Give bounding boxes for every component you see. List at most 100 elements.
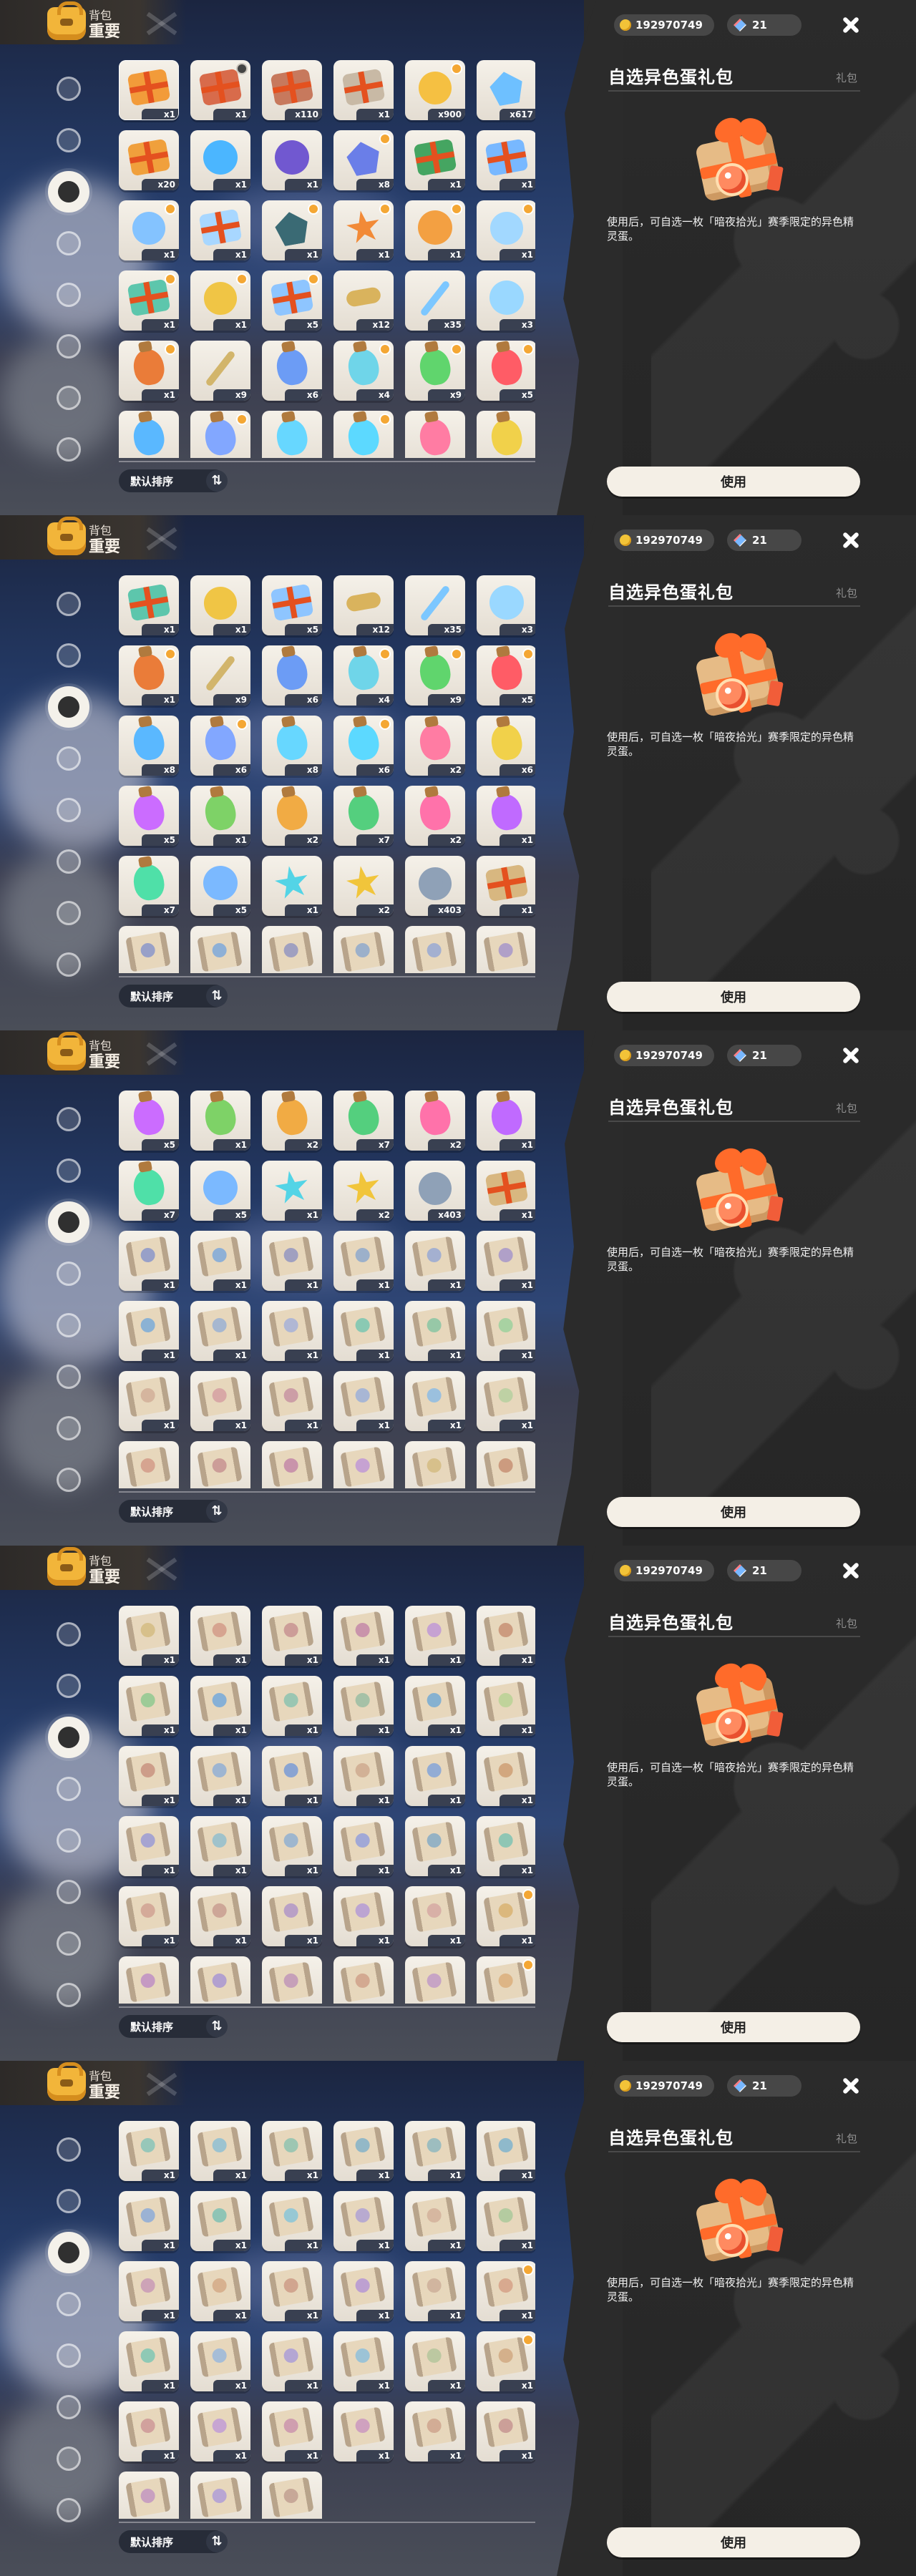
sidebar-tab[interactable] [43, 1660, 94, 1712]
item-slot[interactable]: x1 [190, 200, 250, 260]
item-slot[interactable]: x1 [405, 130, 465, 190]
item-slot[interactable]: x1 [262, 1441, 322, 1488]
item-slot[interactable]: x1 [190, 926, 250, 973]
item-slot[interactable]: x1 [262, 1816, 322, 1876]
sidebar-tab[interactable] [43, 784, 94, 836]
item-slot[interactable]: x1 [477, 1161, 535, 1221]
item-slot[interactable]: x8 [333, 130, 394, 190]
sidebar-tab[interactable] [43, 1918, 94, 1969]
item-slot[interactable]: x2 [405, 1091, 465, 1151]
sidebar-tab[interactable] [43, 1145, 94, 1196]
item-slot[interactable]: x1 [262, 2261, 322, 2321]
item-slot[interactable]: x2 [333, 856, 394, 916]
item-slot[interactable]: x1 [405, 1676, 465, 1736]
item-slot[interactable]: x1 [119, 2331, 179, 2391]
item-slot[interactable]: x7 [333, 1091, 394, 1151]
use-button[interactable]: 使用 [607, 1497, 860, 1527]
item-slot[interactable]: x1 [262, 1371, 322, 1431]
sidebar-tab[interactable] [43, 1454, 94, 1506]
sidebar-tab[interactable] [43, 630, 94, 681]
item-slot[interactable]: x1 [119, 2121, 179, 2181]
item-slot[interactable]: x1 [333, 1371, 394, 1431]
item-slot[interactable]: x1 [119, 1231, 179, 1291]
item-slot[interactable]: x7 [119, 856, 179, 916]
sidebar-tab[interactable] [43, 1093, 94, 1145]
item-slot[interactable]: x2 [405, 411, 465, 458]
item-slot[interactable]: x1 [477, 2331, 535, 2391]
item-slot[interactable]: x1 [262, 926, 322, 973]
item-slot[interactable]: x1 [405, 200, 465, 260]
item-slot[interactable]: x1 [119, 1956, 179, 2004]
item-slot[interactable]: x1 [477, 2121, 535, 2181]
item-slot[interactable]: x5 [262, 575, 322, 635]
item-slot[interactable]: x1 [405, 1606, 465, 1666]
item-slot[interactable]: x110 [262, 60, 322, 120]
sidebar-tab[interactable] [43, 63, 94, 114]
close-icon[interactable] [839, 2074, 863, 2098]
sidebar-tab[interactable] [43, 1712, 94, 1763]
item-slot[interactable]: x1 [405, 1886, 465, 1946]
item-slot[interactable]: x1 [477, 926, 535, 973]
item-slot[interactable]: x1 [262, 856, 322, 916]
item-slot[interactable]: x1 [477, 130, 535, 190]
item-slot[interactable]: x9 [405, 341, 465, 401]
item-slot[interactable]: x6 [477, 716, 535, 776]
item-slot[interactable]: x1 [119, 1676, 179, 1736]
item-slot[interactable]: x1 [119, 1301, 179, 1361]
item-slot[interactable]: x1 [333, 2401, 394, 2462]
sidebar-tab[interactable] [43, 1351, 94, 1402]
item-slot[interactable]: x5 [190, 856, 250, 916]
close-icon[interactable] [839, 1558, 863, 1583]
sort-order-button[interactable]: ⇅ [206, 2531, 228, 2552]
sidebar-tab[interactable] [43, 1299, 94, 1351]
item-slot[interactable]: x35 [405, 575, 465, 635]
sort-order-button[interactable]: ⇅ [206, 470, 228, 492]
item-slot[interactable]: x1 [405, 1301, 465, 1361]
item-slot[interactable]: x1 [190, 2401, 250, 2462]
item-slot[interactable]: x12 [333, 270, 394, 331]
item-slot[interactable]: x1 [190, 2121, 250, 2181]
sidebar-tab[interactable] [43, 372, 94, 424]
item-slot[interactable]: x2 [405, 716, 465, 776]
item-slot[interactable]: x1 [262, 1746, 322, 1806]
item-slot[interactable]: x1 [333, 1746, 394, 1806]
use-button[interactable]: 使用 [607, 2012, 860, 2042]
item-slot[interactable]: x1 [119, 926, 179, 973]
item-slot[interactable]: x1 [119, 2401, 179, 2462]
sidebar-tab[interactable] [43, 2484, 94, 2536]
item-slot[interactable]: x9 [190, 341, 250, 401]
item-slot[interactable]: x3 [477, 575, 535, 635]
item-slot[interactable]: x1 [333, 1231, 394, 1291]
sidebar-tab[interactable] [43, 2330, 94, 2381]
sidebar-tab[interactable] [43, 681, 94, 733]
item-slot[interactable]: x7 [119, 1161, 179, 1221]
item-slot[interactable]: x1 [119, 1371, 179, 1431]
sidebar-tab[interactable] [43, 1609, 94, 1660]
item-slot[interactable]: x1 [119, 200, 179, 260]
item-slot[interactable]: x5 [262, 270, 322, 331]
item-slot[interactable]: x1 [119, 1441, 179, 1488]
item-slot[interactable]: x1 [333, 1676, 394, 1736]
item-slot[interactable]: x1 [190, 1956, 250, 2004]
item-slot[interactable]: x1 [333, 200, 394, 260]
item-slot[interactable]: x2 [262, 1091, 322, 1151]
sidebar-tab[interactable] [43, 1815, 94, 1866]
item-slot[interactable]: x1 [262, 1886, 322, 1946]
sidebar-tab[interactable] [43, 1248, 94, 1299]
item-slot[interactable]: x2 [262, 786, 322, 846]
item-slot[interactable]: x1 [190, 1091, 250, 1151]
item-slot[interactable]: x1 [477, 1746, 535, 1806]
item-slot[interactable]: x6 [477, 411, 535, 458]
item-slot[interactable]: x8 [119, 411, 179, 458]
item-slot[interactable]: x1 [477, 856, 535, 916]
item-slot[interactable]: x1 [262, 200, 322, 260]
sidebar-tab[interactable] [43, 424, 94, 475]
item-slot[interactable]: x4 [333, 645, 394, 706]
item-slot[interactable]: x1 [190, 1816, 250, 1876]
item-slot[interactable]: x1 [333, 2261, 394, 2321]
item-slot[interactable]: x6 [190, 716, 250, 776]
item-slot[interactable]: x1 [477, 2261, 535, 2321]
item-slot[interactable]: x1 [262, 2121, 322, 2181]
item-slot[interactable]: x1 [190, 1746, 250, 1806]
item-slot[interactable]: x1 [190, 786, 250, 846]
